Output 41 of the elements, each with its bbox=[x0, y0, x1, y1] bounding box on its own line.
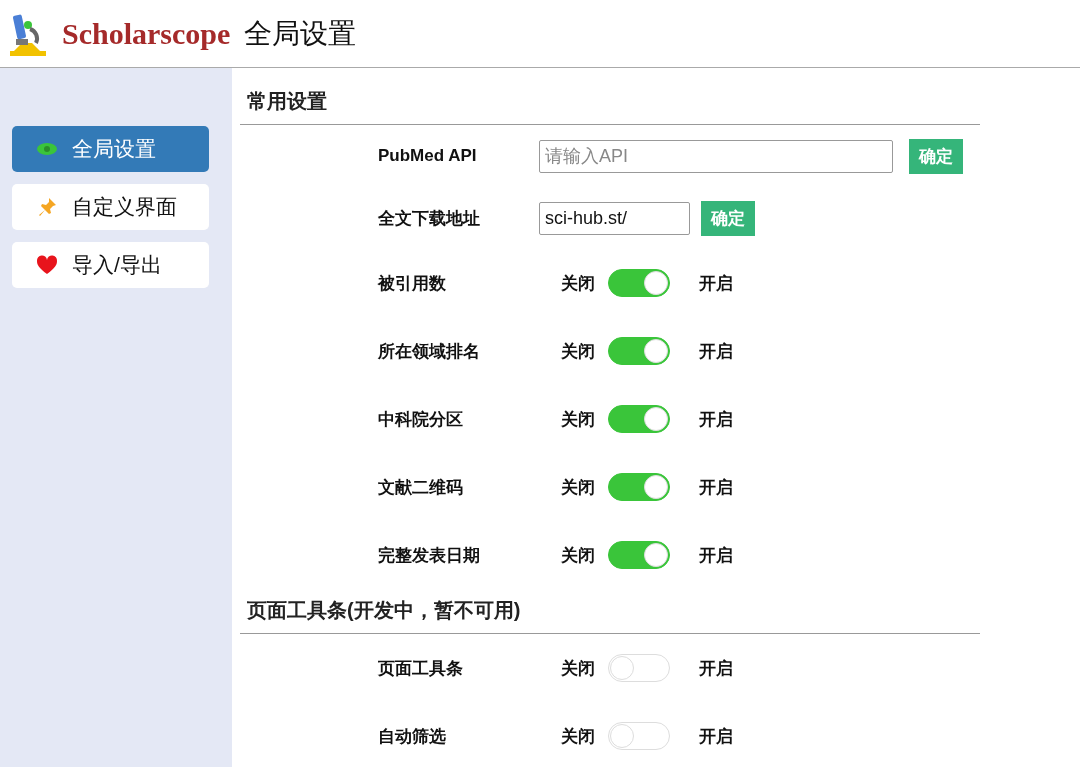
setting-label: 全文下载地址 bbox=[378, 207, 481, 230]
toggle-switch[interactable] bbox=[608, 722, 670, 750]
toggle-switch[interactable] bbox=[608, 541, 670, 569]
setting-label: 自动筛选 bbox=[378, 725, 447, 748]
section-title: 页面工具条(开发中，暂不可用) bbox=[240, 595, 980, 634]
off-label: 关闭 bbox=[561, 408, 595, 431]
setting-label: 完整发表日期 bbox=[378, 544, 481, 567]
section-title: 常用设置 bbox=[240, 86, 980, 125]
text-field[interactable]: sci-hub.st/ bbox=[539, 201, 690, 235]
off-label: 关闭 bbox=[561, 544, 595, 567]
on-label: 开启 bbox=[699, 725, 733, 748]
on-label: 开启 bbox=[699, 272, 733, 295]
setting-label: 页面工具条 bbox=[378, 657, 464, 680]
off-label: 关闭 bbox=[561, 657, 595, 680]
on-label: 开启 bbox=[699, 408, 733, 431]
text-field[interactable]: 请输入API bbox=[539, 139, 893, 173]
off-label: 关闭 bbox=[561, 272, 595, 295]
on-label: 开启 bbox=[699, 340, 733, 363]
toggle-switch[interactable] bbox=[608, 405, 670, 433]
on-label: 开启 bbox=[699, 657, 733, 680]
on-label: 开启 bbox=[699, 476, 733, 499]
off-label: 关闭 bbox=[561, 340, 595, 363]
setting-label: 被引用数 bbox=[378, 272, 447, 295]
brand-name: Scholarscope bbox=[62, 16, 231, 51]
setting-label: PubMed API bbox=[378, 146, 478, 166]
toggle-switch[interactable] bbox=[608, 654, 670, 682]
on-label: 开启 bbox=[699, 544, 733, 567]
off-label: 关闭 bbox=[561, 476, 595, 499]
toggle-switch[interactable] bbox=[608, 269, 670, 297]
setting-label: 文献二维码 bbox=[378, 476, 464, 499]
eye-icon bbox=[36, 142, 58, 156]
off-label: 关闭 bbox=[561, 725, 595, 748]
toggle-switch[interactable] bbox=[608, 337, 670, 365]
toggle-switch[interactable] bbox=[608, 473, 670, 501]
setting-label: 中科院分区 bbox=[378, 408, 464, 431]
setting-label: 所在领域排名 bbox=[378, 340, 481, 363]
sidebar-item[interactable]: 导入/导出 bbox=[12, 242, 209, 288]
page-title: 全局设置 bbox=[244, 16, 357, 51]
heart-icon bbox=[36, 255, 58, 275]
sidebar-item[interactable]: 自定义界面 bbox=[12, 184, 209, 230]
sidebar-item[interactable]: 全局设置 bbox=[12, 126, 209, 172]
